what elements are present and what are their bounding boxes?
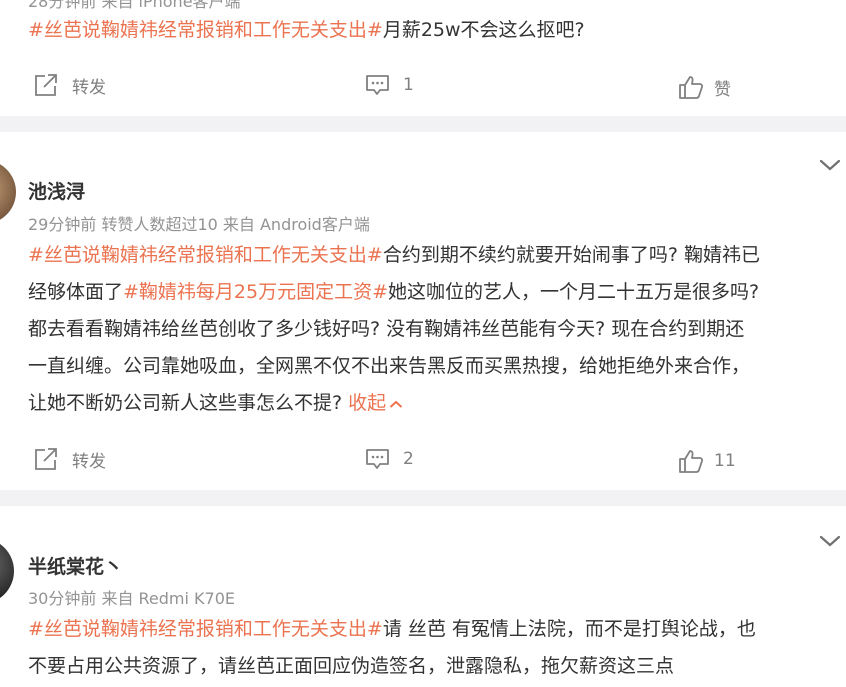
thumbs-up-icon xyxy=(678,74,704,100)
content-line: 不要占用公共资源了，请丝芭正面回应伪造签名，泄露隐私，拖欠薪资这三点 xyxy=(28,648,756,685)
avatar[interactable] xyxy=(0,160,16,224)
content-line: 让她不断奶公司新人这些事怎么不提? 收起 xyxy=(28,385,760,422)
comment-count: 1 xyxy=(403,75,414,95)
post0-meta: 28分钟前 来自 iPhone客户端 xyxy=(28,0,241,11)
repost-icon xyxy=(32,72,60,98)
like-button[interactable]: 赞 xyxy=(678,74,731,100)
repost-button[interactable]: 转发 xyxy=(32,72,106,98)
content-line: #丝芭说鞠婧祎经常报销和工作无关支出#合约到期不续约就要开始闹事了吗? 鞠婧祎已 xyxy=(28,237,760,274)
topic-link[interactable]: #鞠婧祎每月25万元固定工资# xyxy=(123,281,388,303)
chevron-down-icon[interactable] xyxy=(819,157,841,176)
line-text: 让她不断奶公司新人这些事怎么不提? xyxy=(28,392,349,414)
comment-icon xyxy=(365,73,391,97)
repost-label: 转发 xyxy=(72,77,106,98)
collapse-link[interactable]: 收起 xyxy=(348,392,403,414)
post-content: #丝芭说鞠婧祎经常报销和工作无关支出#请 丝芭 有冤情上法院，而不是打舆论战，也… xyxy=(28,611,756,685)
post0-content: #丝芭说鞠婧祎经常报销和工作无关支出#月薪25w不会这么抠吧? xyxy=(28,12,585,49)
topic-link[interactable]: #丝芭说鞠婧祎经常报销和工作无关支出# xyxy=(28,19,383,41)
comment-count: 2 xyxy=(403,449,414,469)
comment-button[interactable]: 2 xyxy=(365,447,414,471)
content-line: 都去看看鞠婧祎给丝芭创收了多少钱好吗? 没有鞠婧祎丝芭能有今天? 现在合约到期还 xyxy=(28,311,760,348)
repost-button[interactable]: 转发 xyxy=(32,446,106,472)
post-text: 月薪25w不会这么抠吧? xyxy=(382,19,585,41)
like-button[interactable]: 11 xyxy=(678,448,736,474)
avatar[interactable] xyxy=(0,538,14,604)
chevron-down-icon[interactable] xyxy=(819,533,841,552)
line-text: 她这咖位的艺人，一个月二十五万是很多吗? xyxy=(388,281,760,303)
collapse-label: 收起 xyxy=(348,392,387,414)
comment-button[interactable]: 1 xyxy=(365,73,414,97)
content-line: 经够体面了#鞠婧祎每月25万元固定工资#她这咖位的艺人，一个月二十五万是很多吗? xyxy=(28,274,760,311)
line-text: 请 丝芭 有冤情上法院，而不是打舆论战，也 xyxy=(382,618,756,640)
post-meta: 30分钟前 来自 Redmi K70E xyxy=(28,589,236,608)
separator xyxy=(0,116,846,132)
like-label: 赞 xyxy=(714,79,731,100)
comment-icon xyxy=(365,447,391,471)
repost-label: 转发 xyxy=(72,451,106,472)
post-meta: 29分钟前 转赞人数超过10 来自 Android客户端 xyxy=(28,215,370,234)
content-line: 一直纠缠。公司靠她吸血，全网黑不仅不出来告黑反而买黑热搜，给她拒绝外来合作， xyxy=(28,348,760,385)
repost-icon xyxy=(32,446,60,472)
thumbs-up-icon xyxy=(678,448,704,474)
like-count: 11 xyxy=(714,451,736,471)
topic-link[interactable]: #丝芭说鞠婧祎经常报销和工作无关支出# xyxy=(28,618,383,640)
line-text: 合约到期不续约就要开始闹事了吗? 鞠婧祎已 xyxy=(382,244,760,266)
chevron-up-icon xyxy=(389,385,403,422)
username[interactable]: 池浅浔 xyxy=(28,177,85,204)
username[interactable]: 半纸棠花丶 xyxy=(28,552,123,579)
content-line: #丝芭说鞠婧祎经常报销和工作无关支出#请 丝芭 有冤情上法院，而不是打舆论战，也 xyxy=(28,611,756,648)
separator xyxy=(0,490,846,506)
topic-link[interactable]: #丝芭说鞠婧祎经常报销和工作无关支出# xyxy=(28,244,383,266)
line-text: 一直纠缠。公司靠她吸血，全网黑不仅不出来告黑反而买黑热搜，给她拒绝外来合作， xyxy=(28,355,751,377)
line-text: 不要占用公共资源了，请丝芭正面回应伪造签名，泄露隐私，拖欠薪资这三点 xyxy=(28,655,675,677)
line-text: 都去看看鞠婧祎给丝芭创收了多少钱好吗? 没有鞠婧祎丝芭能有今天? 现在合约到期还 xyxy=(28,318,745,340)
post-content: #丝芭说鞠婧祎经常报销和工作无关支出#合约到期不续约就要开始闹事了吗? 鞠婧祎已… xyxy=(28,237,760,422)
line-text: 经够体面了 xyxy=(28,281,124,303)
